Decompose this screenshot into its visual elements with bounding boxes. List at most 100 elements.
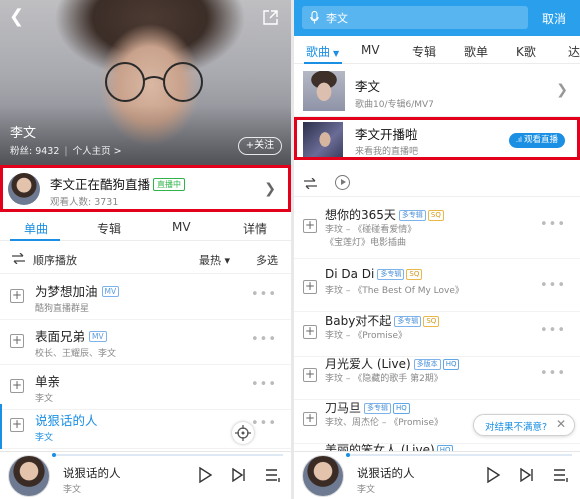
multi-select-button[interactable]: 多选 bbox=[256, 252, 278, 268]
play-icon[interactable] bbox=[196, 466, 214, 484]
more-icon[interactable]: ••• bbox=[251, 416, 277, 431]
song-row[interactable]: + 想你的365天 多专辑 SQ 李玟 – 《碰碰看爱情》 《宝莲灯》电影插曲 ••… bbox=[294, 199, 580, 259]
version-badge[interactable]: 多专辑 bbox=[377, 269, 405, 280]
live-banner[interactable]: 李文正在酷狗直播 直播中 观看人数: 3731 ❯ bbox=[0, 165, 291, 212]
viewer-count: 观看人数: 3731 bbox=[50, 197, 119, 208]
version-badge[interactable]: 多版本 bbox=[413, 359, 441, 370]
next-icon[interactable] bbox=[518, 466, 536, 484]
more-icon[interactable]: ••• bbox=[251, 287, 277, 302]
artist-page: ❮ 李文 粉丝: 9432 | 个人主页 > +关注 李文正在酷狗直播 直播中 观看人… bbox=[0, 0, 291, 499]
play-all-icon[interactable] bbox=[335, 175, 350, 190]
song-title: 表面兄弟 MV bbox=[35, 326, 107, 345]
add-icon[interactable]: + bbox=[303, 412, 317, 426]
add-icon[interactable]: + bbox=[10, 379, 24, 393]
more-icon[interactable]: ••• bbox=[540, 323, 566, 338]
hq-badge: HQ bbox=[393, 403, 410, 414]
more-icon[interactable]: ••• bbox=[540, 278, 566, 293]
live-title: 李文正在酷狗直播 直播中 bbox=[50, 174, 186, 193]
close-icon[interactable]: ✕ bbox=[556, 417, 566, 431]
tab-more[interactable]: 达 bbox=[568, 43, 580, 60]
more-icon[interactable]: ••• bbox=[540, 366, 566, 381]
search-box[interactable] bbox=[302, 6, 528, 29]
progress-bar[interactable] bbox=[346, 453, 572, 457]
tab-songs[interactable]: 歌曲 ▼ bbox=[306, 43, 339, 60]
microphone-icon[interactable] bbox=[310, 11, 319, 24]
more-icon[interactable]: ••• bbox=[251, 332, 277, 347]
playlist-icon[interactable] bbox=[264, 466, 282, 484]
results-toolbar bbox=[294, 170, 580, 197]
follow-button[interactable]: +关注 bbox=[238, 137, 282, 155]
song-artist-album: 李玟、周杰伦 – 《Promise》 bbox=[325, 418, 443, 428]
tab-playlists[interactable]: 歌单 bbox=[464, 43, 488, 60]
add-icon[interactable]: + bbox=[303, 280, 317, 294]
play-order-icon[interactable] bbox=[304, 178, 317, 189]
song-title: 为梦想加油 MV bbox=[35, 281, 120, 300]
play-icon[interactable] bbox=[484, 466, 502, 484]
back-icon[interactable]: ❮ bbox=[9, 8, 25, 26]
player-song-title: 说狠话的人 bbox=[357, 466, 415, 480]
player-artist: 李文 bbox=[63, 485, 82, 495]
play-order-button[interactable]: 顺序播放 bbox=[33, 252, 77, 268]
homepage-link[interactable]: 个人主页 > bbox=[73, 146, 122, 157]
more-icon[interactable]: ••• bbox=[540, 217, 566, 232]
playlist-icon[interactable] bbox=[552, 466, 570, 484]
fans-row: 粉丝: 9432 | 个人主页 > bbox=[10, 146, 122, 157]
search-header: 取消 bbox=[294, 0, 580, 36]
search-tabs: 歌曲 ▼ MV 专辑 歌单 K歌 达 bbox=[294, 36, 580, 64]
tab-mv[interactable]: MV bbox=[172, 220, 191, 234]
artist-result[interactable]: 李文 歌曲10/专辑6/MV7 ❯ bbox=[294, 66, 580, 117]
song-artist: 酷狗直播群星 bbox=[35, 304, 90, 314]
song-title: 刀马旦 多专辑 HQ bbox=[325, 399, 410, 416]
mv-badge[interactable]: MV bbox=[101, 286, 120, 297]
sort-bar: 顺序播放 最热 ▾ 多选 bbox=[0, 244, 291, 274]
add-icon[interactable]: + bbox=[303, 368, 317, 382]
sq-badge: SQ bbox=[406, 269, 423, 280]
mv-badge[interactable]: MV bbox=[89, 331, 107, 342]
live-avatar bbox=[8, 173, 40, 205]
song-row[interactable]: + 表面兄弟 MV 校长、王耀辰、李文 ••• bbox=[0, 320, 291, 365]
version-badge[interactable]: 多专辑 bbox=[364, 403, 392, 414]
live-result[interactable]: 李文开播啦 来看我的直播吧 .ıl 观看直播 bbox=[294, 117, 580, 160]
version-badge[interactable]: 多专辑 bbox=[398, 210, 426, 221]
add-icon[interactable]: + bbox=[303, 325, 317, 339]
tab-mv[interactable]: MV bbox=[361, 43, 380, 57]
next-icon[interactable] bbox=[230, 466, 248, 484]
equalizer-icon: .ıl bbox=[515, 136, 522, 144]
player-cover[interactable] bbox=[302, 455, 344, 497]
song-row[interactable]: + 为梦想加油 MV 酷狗直播群星 ••• bbox=[0, 275, 291, 320]
locate-current-icon[interactable] bbox=[232, 422, 254, 444]
song-artist: 校长、王耀辰、李文 bbox=[35, 349, 117, 359]
song-title: Di Da Di 多专辑 SQ bbox=[325, 267, 423, 281]
version-badge[interactable]: 多专辑 bbox=[394, 316, 422, 327]
watch-live-button[interactable]: .ıl 观看直播 bbox=[508, 133, 565, 148]
tab-details[interactable]: 详情 bbox=[243, 220, 267, 237]
tab-karaoke[interactable]: K歌 bbox=[516, 43, 536, 60]
tab-singles[interactable]: 单曲 bbox=[24, 220, 48, 237]
progress-bar[interactable] bbox=[52, 453, 283, 457]
player-artist: 李文 bbox=[357, 485, 376, 495]
more-icon[interactable]: ••• bbox=[251, 377, 277, 392]
mini-player[interactable]: 说狠话的人 李文 bbox=[0, 451, 291, 499]
song-title: Baby对不起 多专辑 SQ bbox=[325, 312, 440, 329]
player-cover[interactable] bbox=[8, 455, 50, 497]
add-icon[interactable]: + bbox=[10, 418, 24, 432]
add-icon[interactable]: + bbox=[10, 334, 24, 348]
add-icon[interactable]: + bbox=[10, 289, 24, 303]
live-thumbnail bbox=[303, 122, 343, 157]
search-input[interactable] bbox=[326, 9, 516, 26]
song-artist-album: 李玟 – 《碰碰看爱情》 bbox=[325, 225, 417, 235]
cancel-button[interactable]: 取消 bbox=[542, 10, 566, 27]
tab-albums[interactable]: 专辑 bbox=[412, 43, 436, 60]
chevron-right-icon: ❯ bbox=[264, 181, 276, 197]
feedback-link[interactable]: 对结果不满意? bbox=[485, 419, 547, 433]
active-tab-indicator bbox=[10, 239, 60, 241]
feedback-pill[interactable]: 对结果不满意? ✕ bbox=[473, 414, 575, 436]
tab-albums[interactable]: 专辑 bbox=[97, 220, 121, 237]
play-order-icon[interactable] bbox=[12, 253, 25, 264]
sort-hot-dropdown[interactable]: 最热 ▾ bbox=[199, 252, 230, 268]
song-title: 想你的365天 多专辑 SQ bbox=[325, 206, 444, 223]
mini-player[interactable]: 说狠话的人 李文 bbox=[294, 451, 580, 499]
song-title: 说狠话的人 bbox=[35, 413, 98, 428]
share-icon[interactable] bbox=[262, 9, 279, 26]
add-icon[interactable]: + bbox=[303, 219, 317, 233]
